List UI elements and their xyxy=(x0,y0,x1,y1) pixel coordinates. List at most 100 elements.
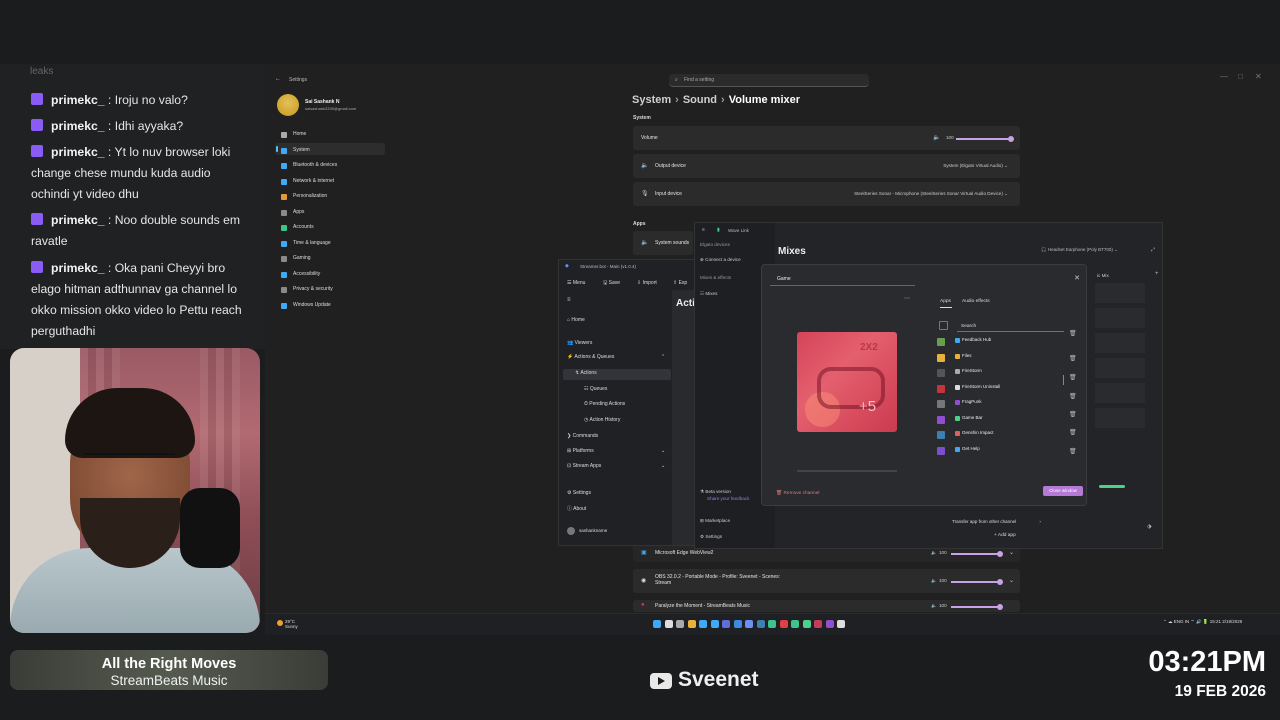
trash-icon[interactable]: 🗑 xyxy=(1069,429,1077,436)
taskbar-start-icon[interactable] xyxy=(653,620,661,628)
output-device-select[interactable]: System (Elgato Virtual Audio) ⌄ xyxy=(943,163,1008,169)
wl-device-select[interactable]: 🎧 Headset Earphone (Poly BT700) ⌄ xyxy=(1041,247,1118,253)
taskbar-app-icon[interactable] xyxy=(733,620,742,628)
app-checkbox[interactable] xyxy=(937,369,945,377)
sidebar-item-home[interactable]: Home xyxy=(293,131,306,137)
sb-nav-item[interactable]: ⚙ Settings xyxy=(567,490,591,496)
hamburger-icon[interactable]: ≡ xyxy=(702,227,705,233)
input-device-select[interactable]: SteelSeries Sonar - Microphone (SteelSer… xyxy=(854,191,1008,197)
scrollbar[interactable] xyxy=(1063,375,1064,385)
taskbar-app-icon[interactable] xyxy=(791,620,799,628)
slider-knob[interactable] xyxy=(997,579,1003,585)
sb-nav-item[interactable]: ◷ Action History xyxy=(584,417,620,423)
sb-nav-item[interactable]: ⊡ Stream Apps xyxy=(567,463,601,469)
wl-connect-device[interactable]: ⊕ Connect a device xyxy=(700,257,741,263)
app-checkbox[interactable] xyxy=(937,446,945,455)
taskbar-task-view-icon[interactable] xyxy=(676,620,684,628)
sb-nav-item[interactable]: ⚡ Actions & Queues xyxy=(567,354,614,360)
add-icon[interactable]: + xyxy=(1155,271,1159,277)
trash-icon[interactable]: 🗑 xyxy=(1069,411,1077,418)
maximize-icon[interactable]: □ xyxy=(1238,72,1243,81)
slider-knob[interactable] xyxy=(997,551,1003,557)
taskbar-search-icon[interactable] xyxy=(664,620,673,628)
taskbar-app-icon[interactable] xyxy=(825,620,834,628)
sidebar-item-accounts[interactable]: Accounts xyxy=(293,224,314,230)
sb-nav-item[interactable]: 👥 Viewers xyxy=(567,340,592,346)
sb-nav-item[interactable]: ⏱ Pending Actions xyxy=(584,401,625,407)
close-icon[interactable]: ✕ xyxy=(1074,274,1080,282)
speaker-icon[interactable]: 🔈 xyxy=(933,134,940,141)
breadcrumb-sound[interactable]: Sound xyxy=(683,94,717,106)
taskbar-edge-icon[interactable] xyxy=(699,620,707,628)
taskbar-chrome-icon[interactable] xyxy=(710,620,719,628)
sb-nav-item[interactable]: ⌂ Home xyxy=(567,317,585,323)
add-app-button[interactable]: + Add app xyxy=(994,533,1016,538)
minimize-icon[interactable]: — xyxy=(1220,72,1228,81)
app-checkbox[interactable] xyxy=(937,431,945,439)
sidebar-item-time-language[interactable]: Time & language xyxy=(293,240,331,246)
chevron-down-icon[interactable]: ⌄ xyxy=(1009,549,1014,556)
sb-user-avatar[interactable] xyxy=(567,527,575,535)
taskbar-file-explorer-icon[interactable] xyxy=(687,620,696,628)
app-volume-slider[interactable] xyxy=(951,604,1003,610)
taskbar-youtube-studio-icon[interactable] xyxy=(779,620,788,628)
sb-nav-item[interactable]: ❯ Commands xyxy=(567,433,598,439)
app-list-item[interactable]: Feedback Hub xyxy=(962,337,991,342)
taskbar-app-icon[interactable] xyxy=(814,620,822,628)
sb-nav-item[interactable]: ⓘ About xyxy=(567,505,586,512)
output-device-card[interactable]: 🔈 Output device System (Elgato Virtual A… xyxy=(633,154,1020,178)
app-search-input[interactable]: Search xyxy=(957,322,1064,332)
chevron-icon[interactable]: ⌄ xyxy=(661,448,665,454)
sb-menu-button[interactable]: ☰ Menu xyxy=(567,280,585,286)
app-list-item[interactable]: Get Help xyxy=(962,446,980,451)
sb-export-button[interactable]: ⇧ Exp xyxy=(673,280,687,286)
input-device-card[interactable]: 🎙 Input device SteelSeries Sonar - Micro… xyxy=(633,182,1020,206)
trash-icon[interactable]: 🗑 xyxy=(1069,448,1077,455)
close-window-button[interactable]: Close window xyxy=(1043,486,1083,496)
app-checkbox[interactable] xyxy=(937,384,945,393)
app-list-item[interactable]: Files xyxy=(962,353,972,358)
sb-nav-item[interactable]: ⊞ Platforms xyxy=(567,448,594,454)
trash-icon[interactable]: 🗑 xyxy=(1069,330,1077,337)
slider-knob[interactable] xyxy=(997,604,1003,610)
trash-icon[interactable]: 🗑 xyxy=(1069,355,1077,362)
tab-audio-effects[interactable]: Audio effects xyxy=(962,299,990,304)
sidebar-item-gaming[interactable]: Gaming xyxy=(293,255,311,261)
taskbar-wavelink-icon[interactable] xyxy=(802,620,811,628)
app-list-item[interactable]: Genshin Impact xyxy=(962,430,994,435)
tab-apps[interactable]: Apps xyxy=(940,299,951,304)
settings-search-input[interactable]: ⌕ Find a setting xyxy=(669,74,869,87)
sidebar-item-windows-update[interactable]: Windows Update xyxy=(293,302,331,308)
wl-corner-icon[interactable]: ⬗ xyxy=(1147,523,1152,530)
app-list-item[interactable]: FragPunk xyxy=(962,399,982,404)
wl-mixes-item[interactable]: ☷ Mixes xyxy=(700,291,717,297)
app-checkbox[interactable] xyxy=(937,415,945,424)
back-arrow-icon[interactable]: ← xyxy=(275,76,281,82)
sb-nav-item[interactable]: ↯ Actions xyxy=(575,370,597,376)
chevron-icon[interactable]: ⌄ xyxy=(661,463,665,469)
sidebar-item-bluetooth[interactable]: Bluetooth & devices xyxy=(293,162,337,168)
slider-knob[interactable] xyxy=(1008,136,1014,142)
more-icon[interactable]: ⋯ xyxy=(904,295,910,302)
speaker-icon[interactable]: 🔈 xyxy=(931,578,937,584)
taskbar-app-icon[interactable] xyxy=(756,620,765,628)
app-volume-slider[interactable] xyxy=(951,551,1003,557)
avatar[interactable] xyxy=(277,94,299,116)
select-all-checkbox[interactable] xyxy=(939,321,948,330)
sidebar-item-network[interactable]: Network & internet xyxy=(293,178,334,184)
app-list-item[interactable]: Game Bar xyxy=(962,415,983,420)
breadcrumb-system[interactable]: System xyxy=(632,94,671,106)
sidebar-item-privacy[interactable]: Privacy & security xyxy=(293,286,333,292)
sidebar-item-personalization[interactable]: Personalization xyxy=(293,193,327,199)
weather-widget[interactable]: 29°C Sunny xyxy=(285,619,298,629)
app-list-item[interactable]: FireStorm xyxy=(962,368,982,373)
chevron-down-icon[interactable]: ⌄ xyxy=(1009,577,1014,584)
app-checkbox[interactable] xyxy=(937,338,945,346)
taskbar-app-icon[interactable] xyxy=(768,620,776,628)
channel-icon-tile[interactable]: 2X2 +5 xyxy=(797,332,897,432)
close-icon[interactable]: ✕ xyxy=(1255,72,1262,81)
app-checkbox[interactable] xyxy=(937,353,945,362)
taskbar-teams-icon[interactable] xyxy=(722,620,730,628)
taskbar-streamerbot-icon[interactable] xyxy=(745,620,753,628)
trash-icon[interactable]: 🗑 xyxy=(1069,374,1077,381)
